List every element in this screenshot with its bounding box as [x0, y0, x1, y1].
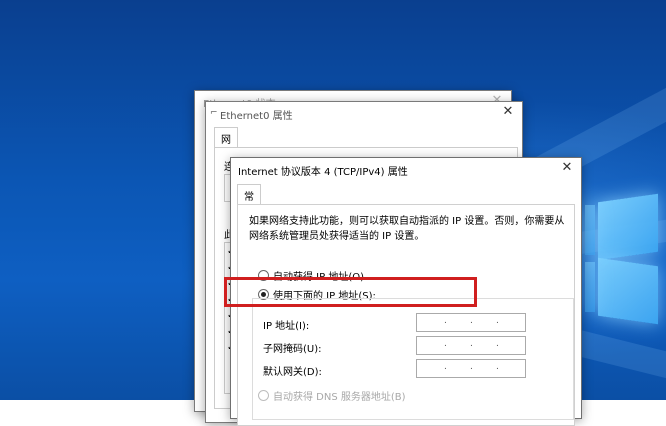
gateway-label: 默认网关(D):	[263, 367, 322, 378]
window-title: Ethernet0 属性	[220, 111, 293, 122]
ip-address-label: IP 地址(I):	[263, 321, 310, 332]
gateway-input[interactable]: . . .	[416, 359, 526, 378]
radio-button[interactable]	[258, 390, 269, 401]
ip-separator: .	[496, 362, 499, 372]
general-panel: 如果网络支持此功能，则可以获取自动指派的 IP 设置。否则，你需要从网络系统管理…	[237, 204, 575, 426]
windows-logo-pane	[585, 262, 595, 312]
radio-auto-dns[interactable]: 自动获得 DNS 服务器地址(B)	[258, 388, 406, 403]
dialog-title: Internet 协议版本 4 (TCP/IPv4) 属性	[238, 167, 408, 178]
radio-label: 自动获得 DNS 服务器地址(B)	[273, 392, 406, 403]
highlight-box	[224, 277, 477, 307]
ip-address-input[interactable]: . . .	[416, 313, 526, 332]
ip-separator: .	[470, 339, 473, 349]
windows-logo-pane	[598, 193, 658, 261]
ip-separator: .	[496, 316, 499, 326]
ip-separator: .	[444, 362, 447, 372]
close-icon[interactable]: ✕	[500, 104, 516, 120]
close-icon[interactable]: ✕	[559, 160, 575, 176]
title-bar[interactable]: Internet 协议版本 4 (TCP/IPv4) 属性 ✕	[231, 158, 581, 180]
subnet-mask-input[interactable]: . . .	[416, 336, 526, 355]
ip-separator: .	[496, 339, 499, 349]
subnet-mask-label: 子网掩码(U):	[263, 344, 322, 355]
title-bar[interactable]: ⌐ Ethernet0 属性 ✕	[206, 102, 522, 124]
network-icon: ⌐	[210, 108, 218, 118]
ip-separator: .	[444, 339, 447, 349]
description-text: 如果网络支持此功能，则可以获取自动指派的 IP 设置。否则，你需要从网络系统管理…	[249, 216, 565, 242]
windows-logo-pane	[585, 205, 595, 255]
windows-logo-pane	[598, 257, 658, 325]
ip-separator: .	[444, 316, 447, 326]
ip-separator: .	[470, 362, 473, 372]
ip-separator: .	[470, 316, 473, 326]
